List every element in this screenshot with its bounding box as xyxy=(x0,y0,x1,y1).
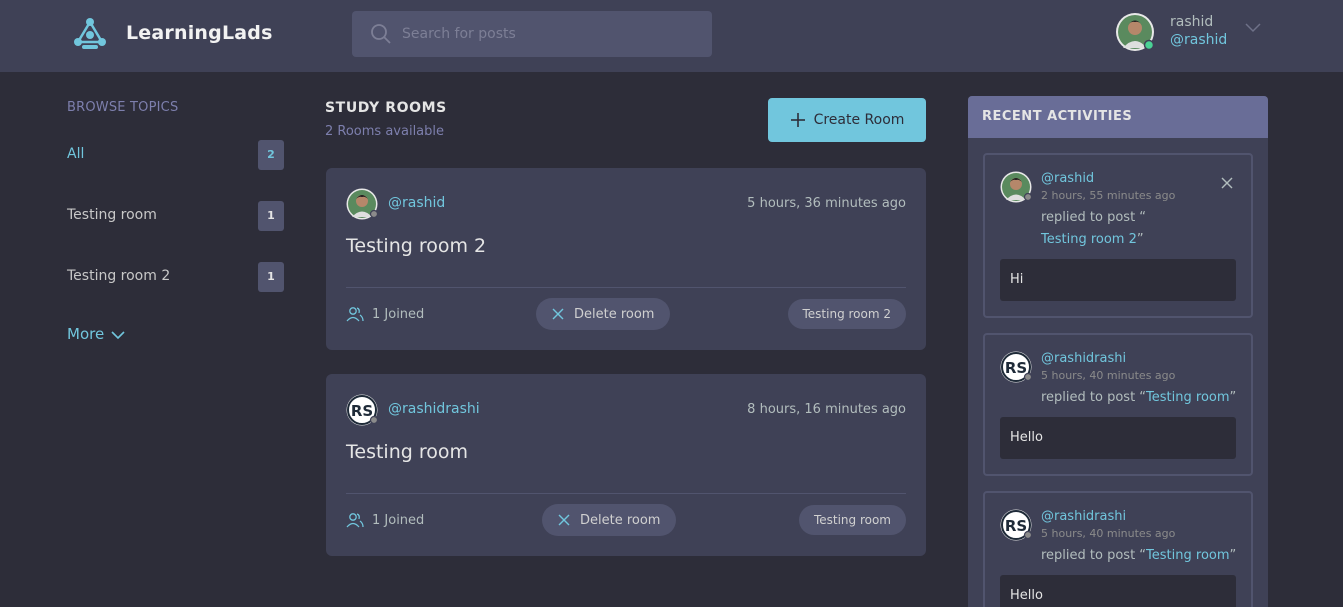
activity-reply-text: replied to post “Testing room” xyxy=(1041,545,1251,567)
more-topics-button[interactable]: More xyxy=(67,325,126,343)
divider xyxy=(346,493,906,494)
users-icon xyxy=(346,307,364,322)
chevron-down-icon[interactable] xyxy=(1244,22,1262,34)
more-label: More xyxy=(67,325,105,343)
room-topic-tag[interactable]: Testing room 2 xyxy=(787,299,906,329)
topic-count-badge: 1 xyxy=(258,262,284,292)
post-link[interactable]: Testing room xyxy=(1146,390,1229,405)
topic-label: Testing room 2 xyxy=(67,268,171,284)
reply-prefix: replied to post “ xyxy=(1041,548,1147,563)
top-nav: LearningLads rashid @rashid xyxy=(0,0,1343,72)
activity-timestamp: 5 hours, 40 minutes ago xyxy=(1041,369,1176,382)
activity-item: @rashid 2 hours, 55 minutes ago replied … xyxy=(983,153,1253,318)
create-room-button[interactable]: Create Room xyxy=(768,98,926,142)
search-icon xyxy=(371,24,391,44)
room-host-handle[interactable]: @rashid xyxy=(388,195,445,211)
close-icon xyxy=(558,514,570,526)
room-card: @rashid 5 hours, 36 minutes ago Testing … xyxy=(326,168,926,350)
delete-room-button[interactable]: Delete room xyxy=(536,298,671,330)
topic-label: All xyxy=(67,146,85,162)
users-icon xyxy=(346,513,364,528)
svg-text:RS: RS xyxy=(1005,359,1027,377)
topic-item-testing-room[interactable]: Testing room 1 xyxy=(67,201,284,233)
activity-message: Hello xyxy=(1000,575,1236,607)
chevron-down-icon xyxy=(111,330,125,339)
room-topic-tag[interactable]: Testing room xyxy=(798,505,906,535)
room-joined: 1 Joined xyxy=(346,306,424,322)
room-joined: 1 Joined xyxy=(346,512,424,528)
room-title[interactable]: Testing room 2 xyxy=(346,235,486,257)
post-link[interactable]: Testing room 2 xyxy=(1041,232,1137,247)
avatar[interactable] xyxy=(1000,171,1032,203)
activity-message: Hello xyxy=(1000,417,1236,459)
joined-count: 1 Joined xyxy=(372,512,425,528)
reply-suffix: ” xyxy=(1229,548,1237,563)
topic-label: Testing room xyxy=(67,207,157,223)
reply-suffix: ” xyxy=(1229,390,1237,405)
avatar[interactable]: RS xyxy=(1000,509,1032,541)
room-timestamp: 5 hours, 36 minutes ago xyxy=(747,196,906,211)
room-host-handle[interactable]: @rashidrashi xyxy=(388,401,480,417)
svg-text:RS: RS xyxy=(1005,517,1027,535)
recent-activities-title: RECENT ACTIVITIES xyxy=(968,96,1268,138)
delete-room-label: Delete room xyxy=(580,512,661,528)
activity-reply-text: replied to post “ Testing room 2” xyxy=(1041,207,1241,251)
avatar[interactable]: RS xyxy=(346,394,378,426)
plus-icon xyxy=(790,113,805,127)
activity-timestamp: 2 hours, 55 minutes ago xyxy=(1041,189,1176,202)
user-name[interactable]: rashid xyxy=(1170,14,1213,30)
activity-item: RS @rashidrashi 5 hours, 40 minutes ago … xyxy=(983,491,1253,607)
activity-handle[interactable]: @rashidrashi xyxy=(1041,351,1126,366)
topic-item-all[interactable]: All 2 xyxy=(67,140,284,172)
reply-suffix: ” xyxy=(1136,232,1144,247)
close-icon[interactable] xyxy=(1221,177,1233,189)
room-card: RS @rashidrashi 8 hours, 16 minutes ago … xyxy=(326,374,926,556)
activity-timestamp: 5 hours, 40 minutes ago xyxy=(1041,527,1176,540)
activity-message: Hi xyxy=(1000,259,1236,301)
study-rooms-title: STUDY ROOMS xyxy=(325,100,447,116)
close-icon xyxy=(552,308,564,320)
activity-reply-text: replied to post “Testing room” xyxy=(1041,387,1251,409)
avatar[interactable] xyxy=(1115,12,1155,52)
activity-item: RS @rashidrashi 5 hours, 40 minutes ago … xyxy=(983,333,1253,476)
create-room-label: Create Room xyxy=(813,112,905,128)
svg-text:RS: RS xyxy=(351,402,373,420)
reply-prefix: replied to post “ xyxy=(1041,210,1147,225)
room-title[interactable]: Testing room xyxy=(346,441,468,463)
joined-count: 1 Joined xyxy=(372,306,425,322)
divider xyxy=(346,287,906,288)
avatar[interactable] xyxy=(346,188,378,220)
search-bar[interactable] xyxy=(352,11,712,57)
search-input[interactable] xyxy=(402,11,702,57)
activity-handle[interactable]: @rashid xyxy=(1041,171,1094,186)
activity-handle[interactable]: @rashidrashi xyxy=(1041,509,1126,524)
topic-item-testing-room-2[interactable]: Testing room 2 1 xyxy=(67,262,284,294)
avatar[interactable]: RS xyxy=(1000,351,1032,383)
post-link[interactable]: Testing room xyxy=(1146,548,1229,563)
delete-room-label: Delete room xyxy=(574,306,655,322)
room-timestamp: 8 hours, 16 minutes ago xyxy=(747,402,906,417)
user-handle[interactable]: @rashid xyxy=(1170,32,1227,48)
browse-topics-title: BROWSE TOPICS xyxy=(67,100,179,115)
rooms-available-count: 2 Rooms available xyxy=(325,124,445,139)
topic-count-badge: 2 xyxy=(258,140,284,170)
reply-prefix: replied to post “ xyxy=(1041,390,1147,405)
recent-activities-panel: RECENT ACTIVITIES @rashid 2 hours, 55 mi… xyxy=(968,96,1268,607)
brand-name[interactable]: LearningLads xyxy=(126,22,273,44)
delete-room-button[interactable]: Delete room xyxy=(542,504,677,536)
logo-icon[interactable] xyxy=(72,16,108,52)
topic-count-badge: 1 xyxy=(258,201,284,231)
